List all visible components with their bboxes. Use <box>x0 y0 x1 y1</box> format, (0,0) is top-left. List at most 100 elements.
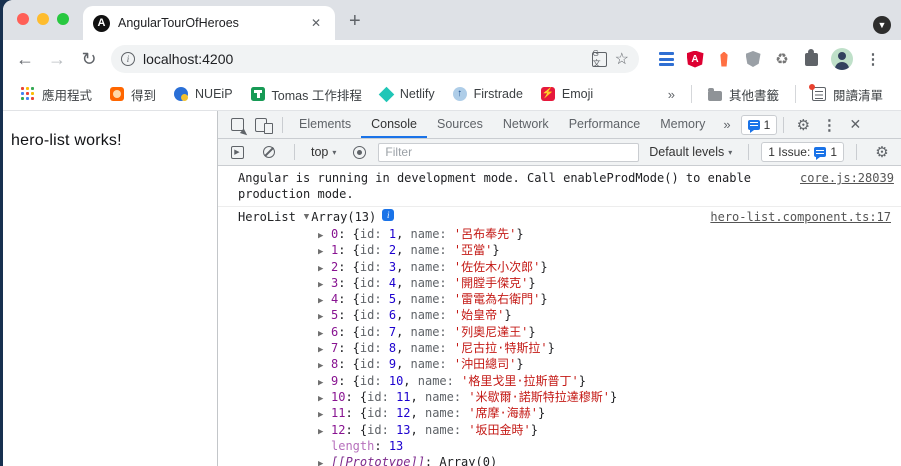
collapse-triangle-icon[interactable]: ▼ <box>304 209 309 226</box>
array-item-row[interactable]: ▶ 7: {id: 8, name: '尼古拉·特斯拉'} <box>218 340 901 356</box>
value-name: '開膛手傑克' <box>453 275 529 290</box>
array-summary[interactable]: Array(13) <box>311 209 376 226</box>
reload-button[interactable]: ↻ <box>75 45 103 73</box>
issues-button[interactable]: 1 Issue: 1 <box>761 142 844 162</box>
bookmarks-bar: 應用程式 得到 NUEiP Tomas 工作排程 Netlify Firstrade Emo… <box>3 78 901 111</box>
array-item-row[interactable]: ▶ 3: {id: 4, name: '開膛手傑克'} <box>218 275 901 291</box>
prototype-row[interactable]: ▶ [[Prototype]]: Array(0) <box>218 454 901 466</box>
url-text[interactable]: localhost:4200 <box>143 51 584 67</box>
punct <box>382 260 389 274</box>
array-item-row[interactable]: ▶ 0: {id: 1, name: '呂布奉先'} <box>218 226 901 242</box>
expand-triangle-icon[interactable]: ▶ <box>318 424 331 440</box>
bookmark-item[interactable]: Firstrade <box>445 84 531 104</box>
punct: : <box>374 438 389 453</box>
back-button[interactable]: ← <box>11 45 39 73</box>
bookmark-item[interactable]: NUEiP <box>166 84 241 104</box>
translate-icon[interactable]: G文 <box>591 49 607 68</box>
devtools-settings-icon[interactable]: ⚙ <box>790 112 816 138</box>
tab-close-icon[interactable]: ✕ <box>307 14 325 32</box>
bookmark-item[interactable]: Tomas 工作排程 <box>243 82 370 107</box>
other-bookmarks-label: 其他書籤 <box>728 88 779 103</box>
context-selector[interactable]: top ▾ <box>307 145 340 159</box>
value-name: '尼古拉·特斯拉' <box>453 341 548 356</box>
recycle-extension-icon[interactable]: ♻ <box>773 50 791 68</box>
punct <box>447 243 454 257</box>
devtools-tab-performance[interactable]: Performance <box>559 111 651 138</box>
forward-button[interactable]: → <box>43 45 71 73</box>
lighthouse-extension-icon[interactable] <box>715 50 733 68</box>
chat-bubble-icon <box>814 147 827 160</box>
devtools-tab-memory[interactable]: Memory <box>650 111 715 138</box>
punct <box>447 227 454 241</box>
array-item-row[interactable]: ▶ 8: {id: 9, name: '沖田總司'} <box>218 356 901 372</box>
bookmark-star-icon[interactable]: ☆ <box>615 49 629 69</box>
angular-favicon-icon: A <box>93 14 110 32</box>
live-expression-eye-icon[interactable] <box>346 139 372 165</box>
punct <box>382 308 389 322</box>
array-item-row[interactable]: ▶ 10: {id: 11, name: '米歇爾·諾斯特拉達穆斯'} <box>218 389 901 405</box>
minimize-window-button[interactable] <box>37 13 49 25</box>
shield-extension-icon[interactable] <box>744 50 762 68</box>
other-bookmarks-button[interactable]: 其他書籤 <box>700 82 787 107</box>
devtools-messages-badge[interactable]: 1 <box>740 114 778 135</box>
source-link[interactable]: hero-list.component.ts:17 <box>710 209 891 225</box>
devtools-tab-elements[interactable]: Elements <box>289 111 361 138</box>
punct: : { <box>338 373 360 388</box>
traffic-lights <box>17 13 69 25</box>
array-item-row[interactable]: ▶ 12: {id: 13, name: '坂田金時'} <box>218 422 901 438</box>
bookmark-item[interactable]: Emoji <box>533 84 601 104</box>
profile-avatar[interactable] <box>831 48 853 70</box>
console-sidebar-toggle-icon[interactable]: ▶ <box>224 139 250 165</box>
devtools-menu-icon[interactable]: ⋮ <box>816 112 842 138</box>
close-window-button[interactable] <box>17 13 29 25</box>
browser-tab[interactable]: A AngularTourOfHeroes ✕ <box>83 6 335 40</box>
zoom-window-button[interactable] <box>57 13 69 25</box>
inspect-element-icon[interactable] <box>224 112 250 138</box>
source-link[interactable]: core.js:28039 <box>800 170 894 186</box>
punct: : { <box>338 341 360 356</box>
bookmark-item[interactable]: 應用程式 <box>13 82 100 107</box>
log-levels-selector[interactable]: Default levels ▾ <box>645 145 736 159</box>
tab-overview-button[interactable]: ▼ <box>873 16 891 34</box>
devtools-tab-network[interactable]: Network <box>493 111 559 138</box>
devtools-close-icon[interactable]: ✕ <box>842 112 868 138</box>
punct <box>382 227 389 241</box>
console-filter-input[interactable] <box>378 142 640 162</box>
devtools-tab-console[interactable]: Console <box>361 111 427 138</box>
reading-list-button[interactable]: 閱讀清單 <box>804 82 891 107</box>
punct <box>382 374 389 388</box>
punct: , <box>410 389 425 404</box>
site-info-icon[interactable]: i <box>121 52 135 66</box>
item-index: 12 <box>331 422 346 437</box>
new-tab-button[interactable]: + <box>349 8 361 34</box>
expand-triangle-icon[interactable]: ▶ <box>318 456 331 466</box>
bookmark-item[interactable]: 得到 <box>102 82 164 107</box>
value-name: '亞當' <box>453 243 493 258</box>
array-item-row[interactable]: ▶ 11: {id: 12, name: '席摩·海赫'} <box>218 405 901 421</box>
message-text: Angular is running in development mode. … <box>238 171 751 201</box>
angular-devtools-extension-icon[interactable]: A <box>686 50 704 68</box>
bookmarks-overflow-icon[interactable]: » <box>660 87 683 102</box>
punct <box>447 308 454 322</box>
array-item-row[interactable]: ▶ 9: {id: 10, name: '格里戈里·拉斯普丁'} <box>218 373 901 389</box>
bookmark-item[interactable]: Netlify <box>372 84 443 104</box>
hamburger-extension-icon[interactable] <box>657 50 675 68</box>
array-item-row[interactable]: ▶ 6: {id: 7, name: '列奧尼達王'} <box>218 324 901 340</box>
punct <box>389 390 396 404</box>
key-id: id: <box>367 389 389 404</box>
punct <box>447 260 454 274</box>
key-name: name: <box>410 324 447 339</box>
devtools-tab-sources[interactable]: Sources <box>427 111 493 138</box>
chrome-menu-icon[interactable]: ⋮ <box>864 50 882 68</box>
clear-console-icon[interactable] <box>256 139 282 165</box>
array-item-row[interactable]: ▶ 1: {id: 2, name: '亞當'} <box>218 242 901 258</box>
console-settings-icon[interactable]: ⚙ <box>869 139 895 165</box>
array-item-row[interactable]: ▶ 4: {id: 5, name: '雷電為右衛門'} <box>218 291 901 307</box>
address-bar[interactable]: i localhost:4200 G文 ☆ <box>111 45 639 73</box>
message-count: 1 <box>763 117 771 132</box>
array-item-row[interactable]: ▶ 2: {id: 3, name: '佐佐木小次郎'} <box>218 259 901 275</box>
array-item-row[interactable]: ▶ 5: {id: 6, name: '始皇帝'} <box>218 307 901 323</box>
more-panels-icon[interactable]: » <box>715 117 738 132</box>
device-toolbar-icon[interactable] <box>250 112 276 138</box>
extensions-puzzle-icon[interactable] <box>802 50 820 68</box>
